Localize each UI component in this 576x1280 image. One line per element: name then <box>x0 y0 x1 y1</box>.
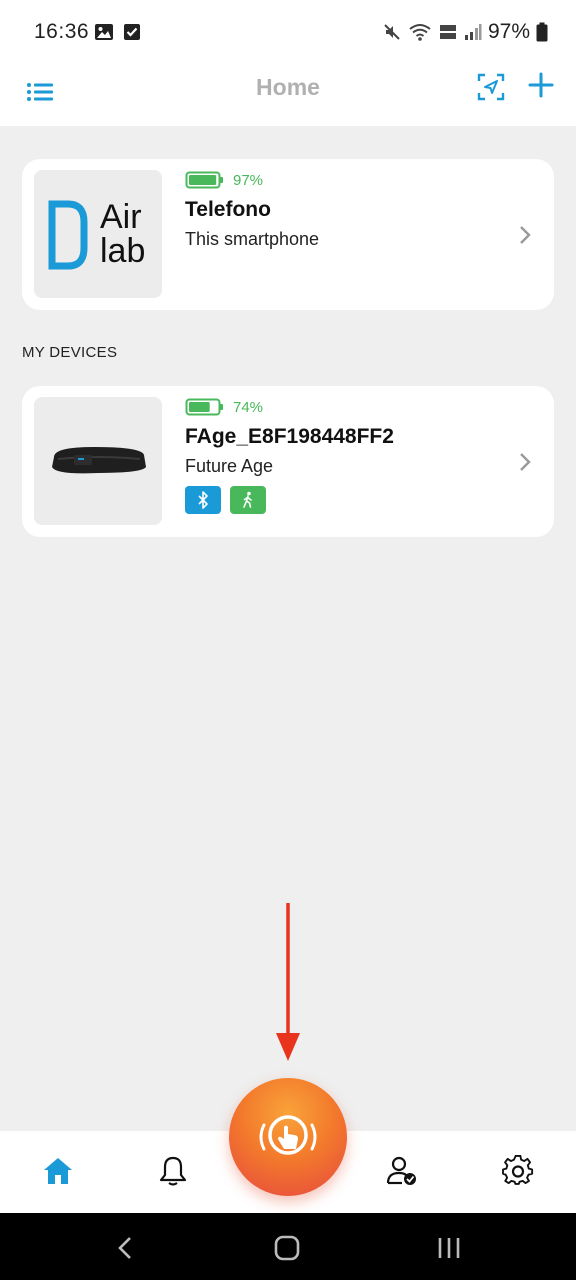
bluetooth-icon <box>198 491 208 509</box>
image-notification-icon <box>95 24 113 40</box>
status-notification-icons <box>94 22 142 42</box>
sos-touch-icon <box>259 1115 317 1155</box>
app-header: Home <box>0 64 576 126</box>
device-thumbnail <box>34 397 162 525</box>
device-battery: 74% <box>185 398 263 416</box>
bell-icon <box>159 1156 187 1186</box>
status-right: 97% <box>382 20 548 44</box>
mute-icon <box>384 24 400 40</box>
walking-badge <box>230 486 266 514</box>
nav-settings[interactable] <box>500 1153 536 1189</box>
device-card[interactable]: 74% FAge_E8F198448FF2 Future Age <box>22 386 554 537</box>
wifi-icon <box>409 24 431 41</box>
status-bar: 16:36 97% <box>0 0 576 64</box>
battery-icon <box>185 398 223 416</box>
signal-icon <box>464 24 482 40</box>
section-label-my-devices: MY DEVICES <box>22 344 118 361</box>
device-name: FAge_E8F198448FF2 <box>185 425 394 448</box>
nav-profile[interactable] <box>384 1153 420 1189</box>
status-battery-icon <box>536 22 548 42</box>
phone-battery: 97% <box>185 171 263 189</box>
sos-button[interactable] <box>229 1078 347 1196</box>
add-device-button[interactable] <box>526 70 558 102</box>
phone-device-card[interactable]: Air lab 97% Telefono This smartphone <box>22 159 554 310</box>
status-battery-text: 97% <box>487 20 530 43</box>
recent-apps-icon[interactable] <box>434 1233 464 1263</box>
scan-location-button[interactable] <box>476 72 508 104</box>
arrow-down-icon <box>276 903 300 1061</box>
volte-icon <box>439 25 456 39</box>
chevron-right-icon <box>520 226 531 244</box>
device-subtitle: This smartphone <box>185 229 320 249</box>
chevron-right-icon <box>520 453 531 471</box>
device-subtitle: Future Age <box>185 456 274 476</box>
status-time: 16:36 <box>34 20 90 43</box>
nav-home[interactable] <box>40 1153 76 1189</box>
bluetooth-badge <box>185 486 221 514</box>
nav-notifications[interactable] <box>155 1153 191 1189</box>
home-button-icon[interactable] <box>272 1233 302 1263</box>
scan-location-icon <box>477 73 505 101</box>
gear-icon <box>502 1155 534 1185</box>
home-icon <box>44 1158 72 1184</box>
plus-icon <box>528 72 554 98</box>
logo-text-lab: lab <box>100 232 146 270</box>
airlab-logo: Air lab <box>34 170 162 298</box>
checkbox-notification-icon <box>124 24 140 40</box>
walking-icon <box>243 491 252 508</box>
user-check-icon <box>386 1156 416 1185</box>
back-icon[interactable] <box>112 1233 142 1263</box>
battery-icon <box>185 171 223 189</box>
system-nav-bar <box>0 1213 576 1280</box>
phone-battery-text: 97% <box>233 171 264 189</box>
device-name: Telefono <box>185 198 271 221</box>
device-battery-text: 74% <box>233 398 264 416</box>
